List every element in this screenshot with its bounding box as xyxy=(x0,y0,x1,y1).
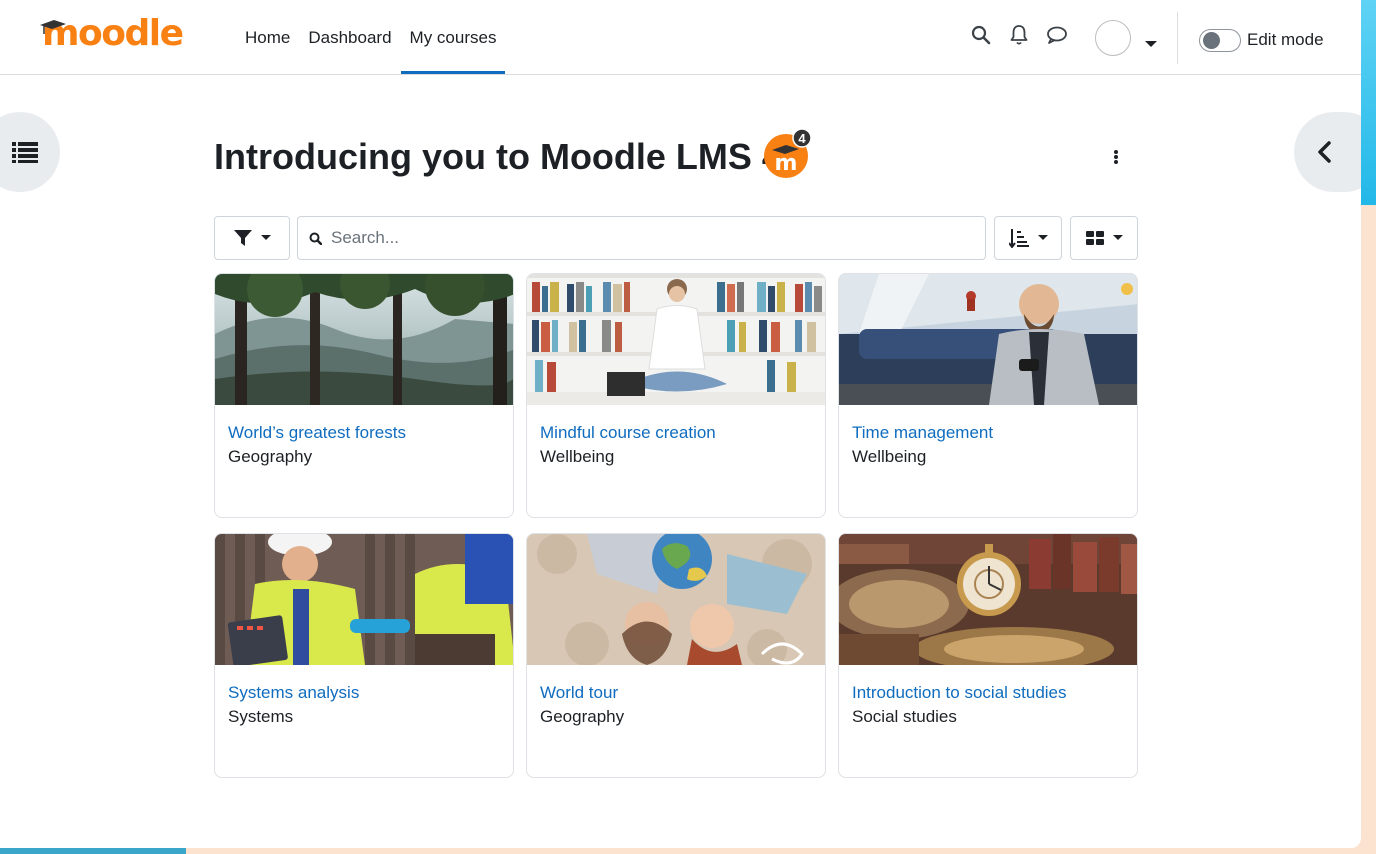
top-navbar: moodle Home Dashboard My courses Edit mo… xyxy=(0,0,1361,75)
course-category: Systems xyxy=(228,707,294,726)
nav-my-courses[interactable]: My courses xyxy=(400,0,506,75)
moodle-logo[interactable]: moodle xyxy=(40,14,184,54)
caret-down-icon xyxy=(260,235,271,240)
open-block-drawer-button[interactable] xyxy=(1294,112,1361,192)
course-card-social-studies[interactable]: Introduction to social studies Social st… xyxy=(838,533,1138,778)
course-image-world-tour xyxy=(527,534,825,665)
moodle-4-badge: m 4 xyxy=(764,128,814,180)
course-title[interactable]: Mindful course creation xyxy=(540,421,812,445)
badge-number: 4 xyxy=(798,131,806,146)
primary-navigation: Home Dashboard My courses xyxy=(236,0,506,75)
open-course-index-button[interactable] xyxy=(0,112,60,192)
course-image-time-management xyxy=(839,274,1137,405)
course-title[interactable]: World tour xyxy=(540,681,812,705)
course-image-systems-analysis xyxy=(215,534,513,665)
edit-mode-toggle-knob xyxy=(1203,32,1220,49)
course-image-forests xyxy=(215,274,513,405)
course-title[interactable]: Introduction to social studies xyxy=(852,681,1124,705)
user-avatar[interactable] xyxy=(1095,20,1131,56)
edit-mode-label: Edit mode xyxy=(1247,30,1324,49)
bell-icon[interactable] xyxy=(1008,24,1030,46)
filter-dropdown-button[interactable] xyxy=(214,216,290,260)
chevron-left-icon xyxy=(1318,141,1331,163)
edit-mode-toggle[interactable] xyxy=(1199,29,1241,52)
display-mode-dropdown-button[interactable] xyxy=(1070,216,1138,260)
caret-down-icon xyxy=(1112,235,1123,240)
course-card-time-management[interactable]: Time management Wellbeing xyxy=(838,273,1138,518)
course-title[interactable]: Time management xyxy=(852,421,1124,445)
kebab-menu-icon[interactable] xyxy=(1108,146,1124,168)
frame-accent-bottom xyxy=(0,848,186,854)
chat-icon[interactable] xyxy=(1046,24,1068,46)
nav-home[interactable]: Home xyxy=(236,0,299,75)
course-image-social-studies xyxy=(839,534,1137,665)
sort-dropdown-button[interactable] xyxy=(994,216,1062,260)
navbar-divider xyxy=(1177,12,1178,64)
caret-down-icon xyxy=(1037,235,1048,240)
sort-icon xyxy=(1008,229,1029,248)
course-index-icon xyxy=(12,142,38,163)
user-menu-caret-icon[interactable] xyxy=(1145,35,1157,53)
navbar-icons xyxy=(970,24,1068,46)
course-category: Geography xyxy=(228,447,313,466)
grid-view-icon xyxy=(1085,231,1104,245)
course-category: Social studies xyxy=(852,707,957,726)
course-search-box xyxy=(297,216,986,260)
search-icon[interactable] xyxy=(970,24,992,46)
course-card-systems-analysis[interactable]: Systems analysis Systems xyxy=(214,533,514,778)
browser-window: moodle Home Dashboard My courses Edit mo… xyxy=(0,0,1361,848)
page-title: Introducing you to Moodle LMS 4 xyxy=(214,136,782,177)
frame-accent-right xyxy=(1360,0,1376,205)
course-image-mindful xyxy=(527,274,825,405)
course-title[interactable]: Systems analysis xyxy=(228,681,500,705)
course-search-input[interactable] xyxy=(331,228,951,248)
graduation-cap-icon xyxy=(40,20,66,34)
course-category: Wellbeing xyxy=(540,447,615,466)
nav-dashboard[interactable]: Dashboard xyxy=(299,0,400,75)
course-category: Wellbeing xyxy=(852,447,927,466)
search-field-icon xyxy=(309,232,322,245)
svg-text:m: m xyxy=(775,151,798,176)
course-card-world-tour[interactable]: World tour Geography xyxy=(526,533,826,778)
course-category: Geography xyxy=(540,707,625,726)
course-card-forests[interactable]: World’s greatest forests Geography xyxy=(214,273,514,518)
course-card-mindful[interactable]: Mindful course creation Wellbeing xyxy=(526,273,826,518)
filter-icon xyxy=(233,230,252,246)
course-title[interactable]: World’s greatest forests xyxy=(228,421,500,445)
